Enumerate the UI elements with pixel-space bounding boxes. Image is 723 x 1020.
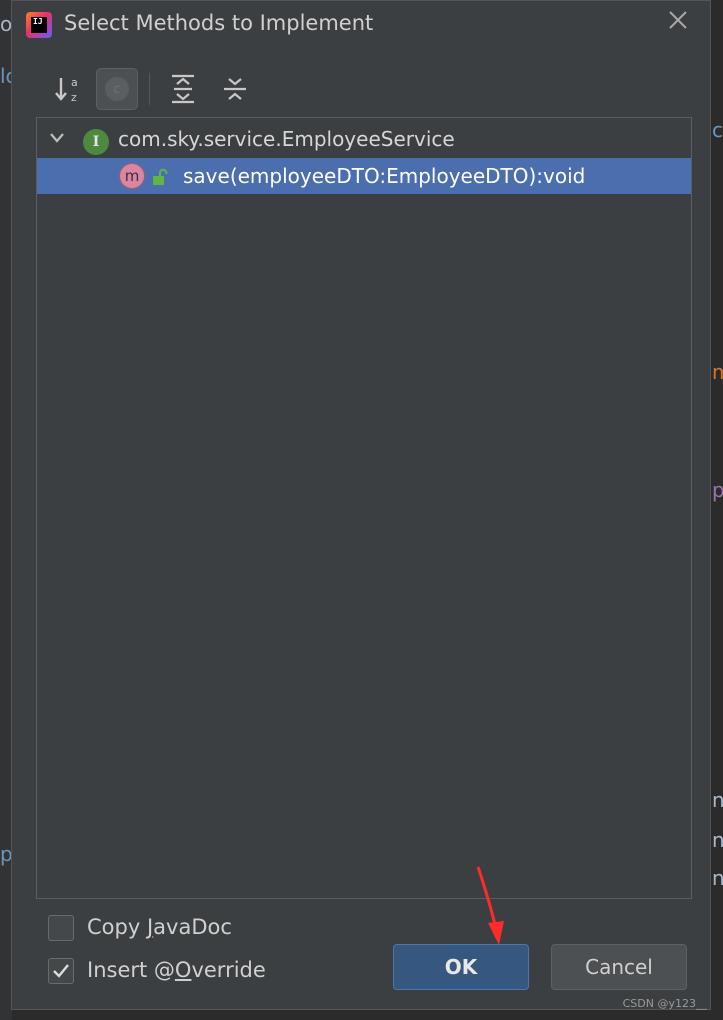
toggle-frame: c xyxy=(96,68,138,110)
insert-override-label[interactable]: Insert @Override xyxy=(87,958,266,982)
svg-text:a: a xyxy=(71,76,78,89)
class-icon: c xyxy=(105,77,129,101)
checkmark-icon xyxy=(53,964,69,978)
interface-icon: I xyxy=(83,129,109,155)
toolbar-separator xyxy=(149,73,150,105)
dialog-title: Select Methods to Implement xyxy=(64,11,374,35)
method-icon: m xyxy=(119,163,145,189)
copy-javadoc-text: Copy xyxy=(87,915,147,939)
copy-javadoc-text-rest: avaDoc xyxy=(153,915,232,939)
background-text: n xyxy=(712,788,723,812)
ok-button[interactable]: OK xyxy=(393,944,529,990)
svg-text:z: z xyxy=(71,91,77,104)
expand-all-button[interactable] xyxy=(162,67,204,111)
copy-javadoc-checkbox[interactable] xyxy=(48,915,74,941)
cancel-button[interactable]: Cancel xyxy=(551,944,687,990)
background-text: m xyxy=(712,360,723,384)
collapse-all-icon xyxy=(224,78,246,100)
watermark: CSDN @y123__ xyxy=(622,997,707,1010)
dialog-titlebar[interactable]: IJ Select Methods to Implement xyxy=(12,1,710,51)
close-icon[interactable] xyxy=(664,9,692,37)
method-signature: save(employeeDTO:EmployeeDTO):void xyxy=(183,164,586,188)
collapse-all-button[interactable] xyxy=(214,67,256,111)
unlocked-public-icon xyxy=(151,168,169,186)
select-methods-dialog: IJ Select Methods to Implement a z c I c… xyxy=(11,0,711,1010)
app-icon-text: IJ xyxy=(31,17,47,33)
insert-override-text-rest: verride xyxy=(191,958,266,982)
insert-override-text: Insert @ xyxy=(87,958,175,982)
copy-javadoc-label[interactable]: Copy JavaDoc xyxy=(87,915,232,939)
interface-name: com.sky.service.EmployeeService xyxy=(118,127,455,151)
background-text: n xyxy=(712,828,723,852)
background-text: p xyxy=(712,478,723,502)
toolbar: a z c xyxy=(48,67,710,113)
expand-all-icon xyxy=(172,74,194,104)
intellij-app-icon: IJ xyxy=(26,12,52,38)
show-classes-toggle[interactable]: c xyxy=(96,67,138,111)
sort-alphabetically-button[interactable]: a z xyxy=(48,67,90,111)
insert-override-checkbox[interactable] xyxy=(48,958,74,984)
tree-node-method[interactable]: m save(employeeDTO:EmployeeDTO):void xyxy=(37,158,691,194)
sort-alphabetically-icon: a z xyxy=(55,76,78,104)
tree-node-interface[interactable]: I com.sky.service.EmployeeService xyxy=(37,121,691,157)
background-text: n xyxy=(712,866,723,890)
background-text: c xyxy=(712,118,723,142)
annotation-arrow xyxy=(476,866,504,945)
chevron-down-icon[interactable] xyxy=(47,128,67,148)
methods-tree[interactable]: I com.sky.service.EmployeeService m save… xyxy=(36,117,692,899)
insert-override-mnemonic: O xyxy=(174,958,192,982)
